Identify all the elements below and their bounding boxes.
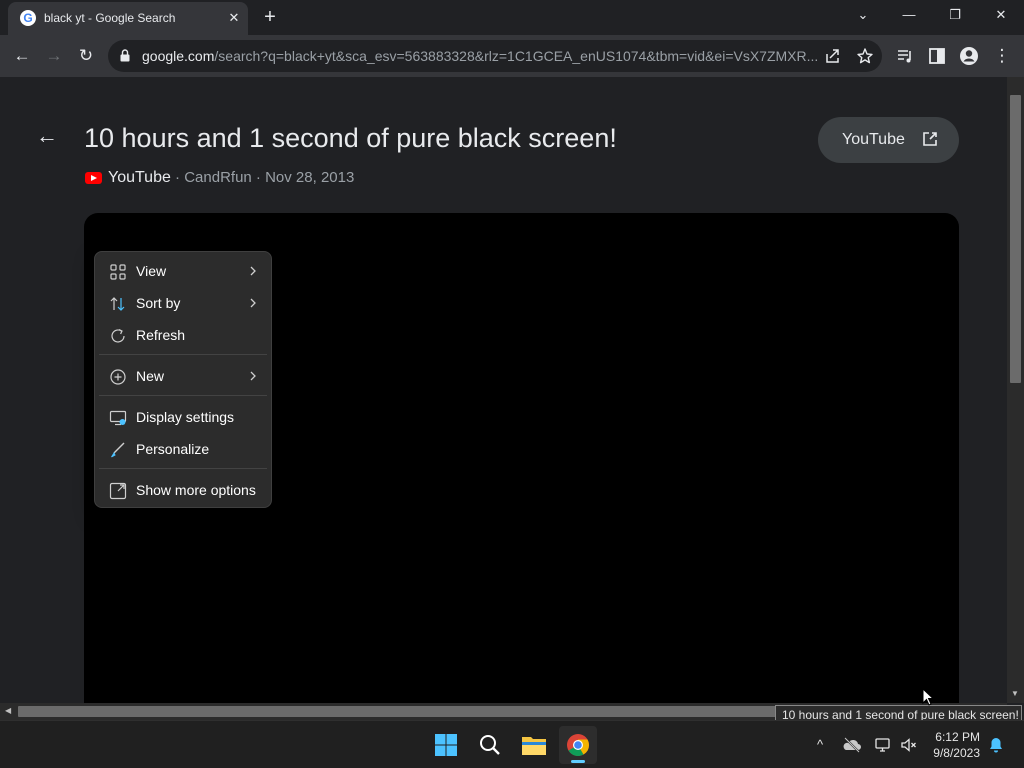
menu-item-personalize[interactable]: Personalize: [99, 434, 267, 464]
tab-close-icon[interactable]: ✕: [224, 8, 244, 28]
volume-muted-icon[interactable]: [899, 735, 919, 755]
notification-bell-icon[interactable]: [986, 735, 1006, 755]
tab-title: black yt - Google Search: [44, 11, 176, 25]
url-host: google.com: [142, 48, 215, 64]
vertical-scrollbar[interactable]: ▼: [1007, 77, 1024, 703]
menu-item-label: View: [136, 263, 167, 279]
reload-button[interactable]: ↻: [73, 43, 99, 69]
lock-icon[interactable]: [120, 49, 130, 62]
youtube-logo-icon: [85, 172, 102, 184]
sort-icon: [110, 297, 125, 311]
menu-item-new[interactable]: New: [99, 361, 267, 391]
plus-circle-icon: [110, 369, 126, 385]
media-controls-icon[interactable]: [892, 43, 918, 69]
clock-date[interactable]: 9/8/2023: [930, 746, 980, 760]
scroll-left-arrow-icon[interactable]: ◀: [5, 706, 11, 715]
menu-item-label: Refresh: [136, 327, 186, 343]
forward-button[interactable]: →: [41, 43, 67, 69]
desktop-context-menu: View Sort by Refresh New Display setting…: [94, 251, 272, 508]
profile-avatar-icon[interactable]: [956, 43, 982, 69]
menu-item-view[interactable]: View: [99, 256, 267, 286]
open-youtube-label: YouTube: [842, 131, 905, 148]
panel-back-button[interactable]: ←: [36, 124, 60, 148]
search-icon[interactable]: [471, 726, 509, 764]
menu-item-label: Personalize: [136, 441, 210, 457]
video-channel-date: · CandRfun · Nov 28, 2013: [170, 169, 355, 186]
menu-item-label: Sort by: [136, 295, 181, 311]
expand-icon: [109, 482, 127, 500]
taskbar: ^ 6:12 PM 9/8/2023: [0, 720, 1024, 768]
video-title: 10 hours and 1 second of pure black scre…: [84, 123, 617, 153]
close-window-button[interactable]: ✕: [978, 0, 1024, 30]
url-text[interactable]: google.com/search?q=black+yt&sca_esv=563…: [142, 48, 818, 64]
menu-item-refresh[interactable]: Refresh: [99, 320, 267, 350]
chevron-right-icon: [250, 371, 256, 381]
menu-item-display-settings[interactable]: Display settings: [99, 402, 267, 432]
share-icon[interactable]: [822, 45, 844, 67]
open-external-icon: [923, 132, 937, 146]
chevron-right-icon: [250, 298, 256, 308]
menu-item-sort-by[interactable]: Sort by: [99, 288, 267, 318]
back-button[interactable]: ←: [9, 43, 35, 69]
menu-item-show-more-options[interactable]: Show more options: [99, 475, 267, 505]
menu-separator: [99, 395, 267, 396]
menu-item-label: Show more options: [136, 482, 256, 498]
open-youtube-button[interactable]: YouTube: [818, 117, 959, 163]
restore-button[interactable]: ❐: [932, 0, 978, 30]
mouse-cursor-icon: [922, 688, 934, 706]
bookmark-star-icon[interactable]: [854, 45, 876, 67]
chrome-icon: [567, 734, 589, 756]
browser-toolbar: ← → ↻ google.com/search?q=black+yt&sca_e…: [0, 35, 1024, 77]
video-source: YouTube: [108, 169, 171, 186]
side-panel-icon[interactable]: [924, 43, 950, 69]
chevron-right-icon: [250, 266, 256, 276]
display-icon: [109, 410, 127, 426]
browser-tab[interactable]: G black yt - Google Search ✕: [8, 2, 248, 35]
taskbar-chrome-button[interactable]: [559, 726, 597, 764]
brush-icon: [111, 442, 125, 458]
address-bar[interactable]: google.com/search?q=black+yt&sca_esv=563…: [108, 40, 882, 72]
windows-start-icon[interactable]: [427, 726, 465, 764]
tab-strip: G black yt - Google Search ✕ + ⌄ — ❐ ✕: [0, 0, 1024, 35]
menu-item-label: Display settings: [136, 409, 235, 425]
grid-icon: [110, 264, 126, 280]
network-icon[interactable]: [873, 735, 893, 755]
file-explorer-icon[interactable]: [515, 726, 553, 764]
menu-item-label: New: [136, 368, 165, 384]
new-tab-button[interactable]: +: [258, 6, 282, 28]
horizontal-scrollbar-thumb[interactable]: [18, 706, 776, 717]
video-meta: YouTube · CandRfun · Nov 28, 2013: [108, 169, 354, 187]
scroll-down-arrow-icon[interactable]: ▼: [1011, 689, 1019, 698]
vertical-scrollbar-thumb[interactable]: [1010, 95, 1021, 383]
clock-time[interactable]: 6:12 PM: [930, 730, 980, 744]
chrome-menu-button[interactable]: ⋮: [989, 43, 1015, 69]
onedrive-offline-icon[interactable]: [842, 735, 862, 755]
menu-separator: [99, 468, 267, 469]
menu-separator: [99, 354, 267, 355]
tab-search-icon[interactable]: ⌄: [840, 0, 886, 30]
tray-overflow-chevron-icon[interactable]: ^: [810, 735, 830, 755]
google-favicon-icon: G: [20, 10, 36, 26]
url-path: /search?q=black+yt&sca_esv=563883328&rlz…: [214, 48, 819, 64]
minimize-button[interactable]: —: [886, 0, 932, 30]
active-app-indicator: [571, 760, 585, 763]
refresh-icon: [111, 328, 125, 343]
